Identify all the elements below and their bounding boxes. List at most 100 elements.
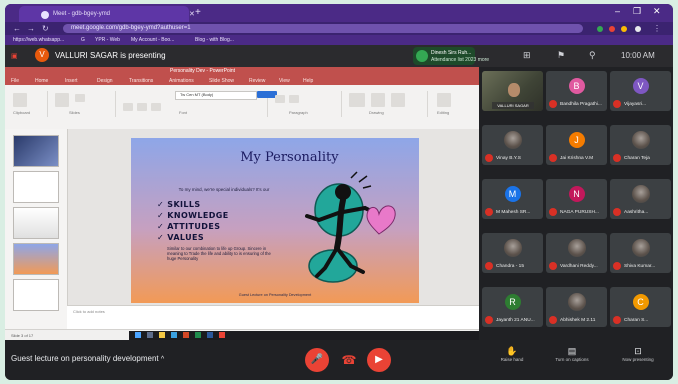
slide-thumbnail[interactable] (13, 135, 59, 167)
find-icon[interactable] (437, 93, 451, 107)
layout-icon[interactable]: ⊞ (523, 50, 531, 61)
participant-tile[interactable]: Chandra - 15 (482, 233, 543, 273)
extension-icon[interactable] (609, 26, 615, 32)
participant-photo (503, 131, 522, 149)
bookmark-item[interactable]: My Account - Boo... (131, 37, 174, 43)
reload-icon[interactable]: ↻ (42, 24, 49, 33)
participant-tile[interactable]: Shiva Kumar... (610, 233, 671, 273)
raise-hand-button[interactable]: ✋ Raise hand (487, 346, 537, 362)
profile-avatar[interactable] (635, 26, 641, 32)
meeting-title[interactable]: Guest lecture on personality development… (11, 354, 164, 363)
tab-close-icon[interactable]: ✕ (189, 10, 195, 18)
bold-icon[interactable] (123, 103, 133, 111)
new-slide-icon[interactable] (55, 93, 69, 107)
bookmark-item[interactable]: G (81, 37, 85, 43)
more-options-icon[interactable]: ⋮ (653, 24, 661, 33)
mic-off-button[interactable]: 🎤 (305, 348, 329, 372)
menu-home[interactable]: Home (35, 78, 48, 84)
ppt-menu-bar: File Home Insert Design Transitions Anim… (5, 76, 479, 85)
mic-off-icon (549, 100, 557, 108)
participant-tile[interactable]: B Bandhila Pragathi... (546, 71, 607, 111)
participant-name: M Mahesh SR... (496, 210, 531, 215)
close-window-button[interactable]: ✕ (653, 6, 661, 17)
italic-icon[interactable] (137, 103, 147, 111)
extension-icon[interactable] (621, 26, 627, 32)
windows-start-icon[interactable] (135, 332, 141, 338)
menu-animations[interactable]: Animations (169, 78, 194, 84)
participant-name: Abhishek M 2.11 (560, 318, 596, 323)
slide-thumbnail[interactable] (13, 279, 59, 311)
bookmark-item[interactable]: https://web.whatsapp... (13, 37, 64, 43)
speaker-notes[interactable]: Click to add notes (67, 305, 479, 330)
back-arrow-icon[interactable]: ← (13, 24, 21, 33)
edge-icon[interactable] (171, 332, 177, 338)
file-explorer-icon[interactable] (159, 332, 165, 338)
shapes-icon[interactable] (349, 93, 365, 107)
captions-button[interactable]: ▤ Turn on captions (547, 346, 597, 362)
menu-insert[interactable]: Insert (65, 78, 78, 84)
slide-canvas[interactable]: My Personality To my mind, we're special… (131, 138, 419, 303)
menu-help[interactable]: Help (303, 78, 313, 84)
menu-transitions[interactable]: Transitions (129, 78, 153, 84)
shared-file-chip[interactable]: Dinesh Sirs Ruh... Attendance list 2023 … (413, 47, 489, 65)
participant-tile[interactable]: N NAGA PURUSH... (546, 179, 607, 219)
underline-icon[interactable] (151, 103, 161, 111)
powerpoint-icon[interactable] (183, 332, 189, 338)
bookmark-item[interactable]: Blog - with Blog... (195, 37, 234, 43)
word-icon[interactable] (207, 332, 213, 338)
self-camera-video: VALLURI SAGAR (482, 71, 543, 111)
font-name-dropdown[interactable]: Tw Cen MT (Body) (175, 91, 257, 100)
ribbon-group-label: Paragraph (289, 110, 308, 115)
bookmark-item[interactable]: YPR - Web (95, 37, 120, 43)
participant-tile[interactable]: Aashritha... (610, 179, 671, 219)
ppt-title: Personality Dev - PowerPoint (170, 68, 236, 74)
present-now-button[interactable]: ⊡ Now presenting (613, 346, 663, 362)
menu-design[interactable]: Design (97, 78, 113, 84)
participant-tile[interactable]: J Jai Krishna V.M (546, 125, 607, 165)
paste-icon[interactable] (13, 93, 27, 107)
excel-icon[interactable] (195, 332, 201, 338)
menu-file[interactable]: File (11, 78, 19, 84)
participant-tile[interactable]: V Vijayasri... (610, 71, 671, 111)
participant-avatar: R (504, 294, 521, 310)
camera-off-button[interactable]: ▶ (367, 348, 391, 372)
mic-off-icon (485, 154, 493, 162)
slide-thumbnail[interactable] (13, 171, 59, 203)
participant-tile[interactable]: VALLURI SAGAR (482, 71, 543, 111)
new-tab-button[interactable]: + (195, 7, 201, 18)
participant-avatar: B (568, 78, 585, 94)
search-icon[interactable] (147, 332, 153, 338)
participant-avatar: M (504, 186, 521, 202)
slide-thumbnail[interactable] (13, 207, 59, 239)
browser-tab-active[interactable]: Meet - gdb-bgey-ymd ✕ (19, 6, 195, 22)
quick-styles-icon[interactable] (391, 93, 405, 107)
participant-tile[interactable]: Abhishek M 2.11 (546, 287, 607, 327)
participant-tile[interactable]: C Charan S... (610, 287, 671, 327)
participant-tile[interactable]: Charan Teja (610, 125, 671, 165)
menu-review[interactable]: Review (249, 78, 265, 84)
slide-thumbnail[interactable] (13, 243, 59, 275)
ribbon-group-label: Font (179, 110, 188, 115)
maximize-button[interactable]: ❐ (633, 6, 641, 17)
extension-icon[interactable] (597, 26, 603, 32)
numbering-icon[interactable] (289, 95, 299, 103)
participant-tile[interactable]: M M Mahesh SR... (482, 179, 543, 219)
participant-tile[interactable]: R Jayanth 21 ANU... (482, 287, 543, 327)
bullets-icon[interactable] (275, 95, 285, 103)
forward-arrow-icon[interactable]: → (27, 24, 35, 33)
captions-label: Turn on captions (555, 357, 589, 362)
stick-figure-clipart-icon (305, 171, 396, 283)
participant-tile[interactable]: Vardhani Reddy... (546, 233, 607, 273)
arrange-icon[interactable] (371, 93, 385, 107)
pin-icon[interactable]: ⚑ (557, 50, 565, 61)
participant-tile[interactable]: Vinay B.Y.S (482, 125, 543, 165)
minimize-button[interactable]: – (615, 6, 620, 16)
people-icon[interactable]: ⚲ (589, 50, 596, 61)
chrome-icon[interactable] (219, 332, 225, 338)
slide-body-text: Similar to our combination to life up Gr… (167, 246, 271, 261)
menu-view[interactable]: View (279, 78, 290, 84)
menu-slideshow[interactable]: Slide Show (209, 78, 234, 84)
layout-icon[interactable] (75, 94, 85, 102)
bookmarks-bar: https://web.whatsapp... G YPR - Web My A… (5, 35, 673, 45)
end-call-button[interactable]: ☎ (337, 348, 361, 372)
